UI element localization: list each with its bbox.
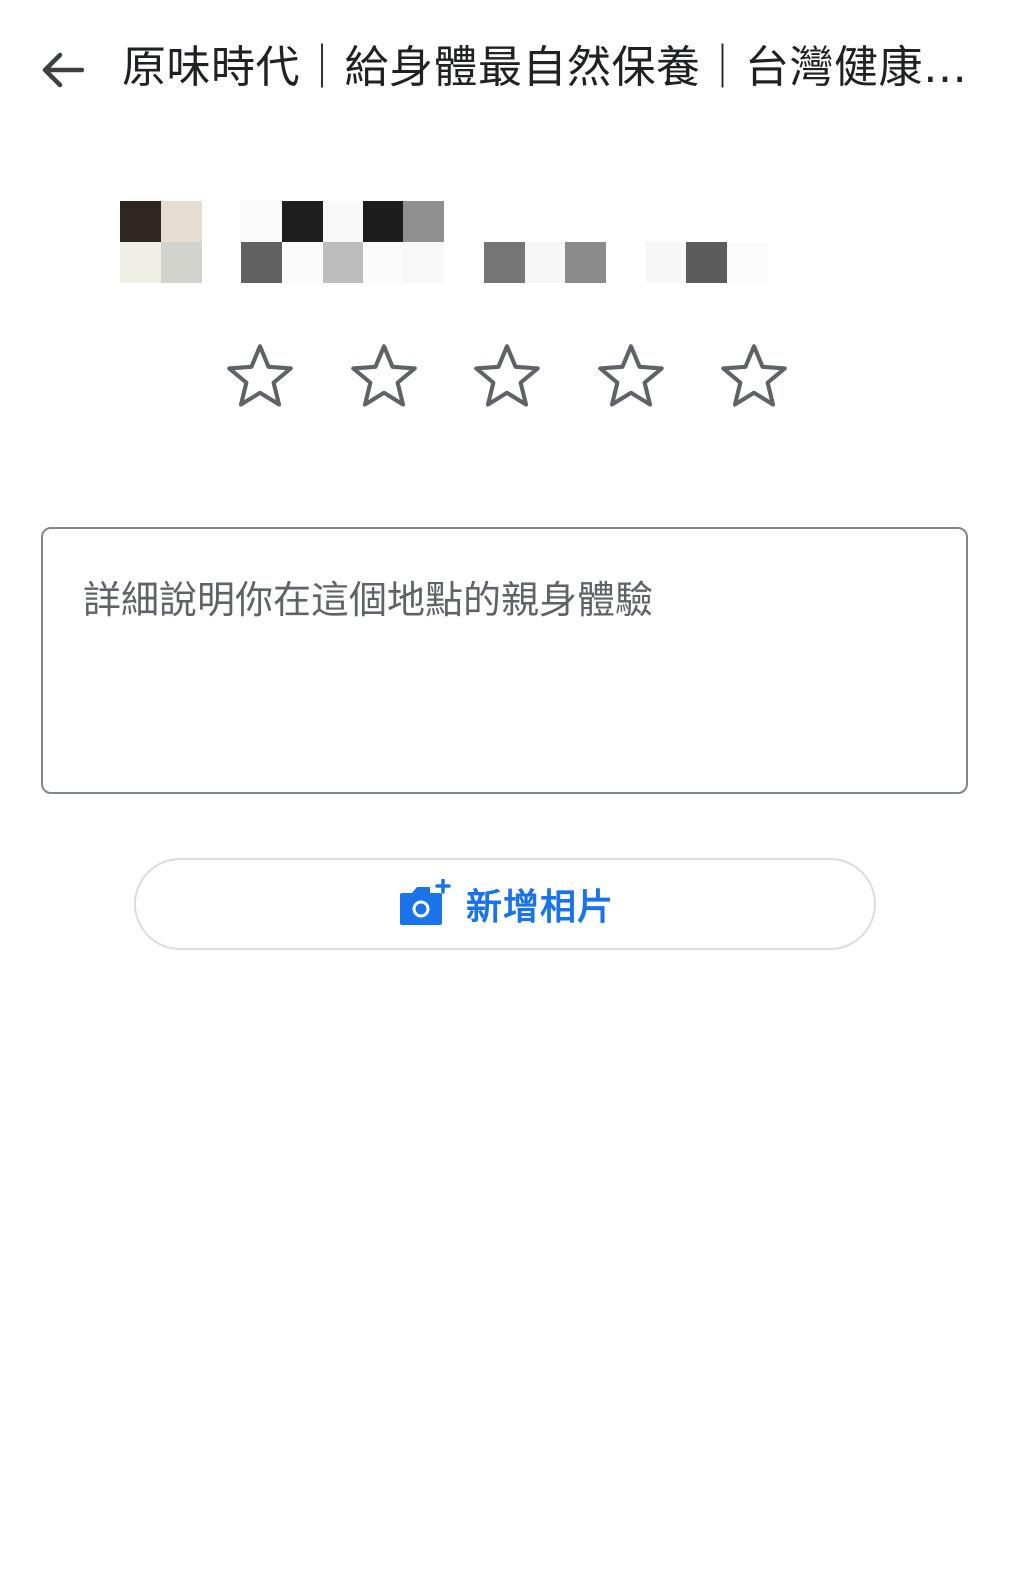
add-photo-button[interactable]: 新增相片 xyxy=(134,858,876,950)
review-input[interactable] xyxy=(83,573,926,748)
star-outline-icon[interactable] xyxy=(716,338,792,414)
review-page: 原味時代｜給身體最自然保養｜台灣健康… 詳細說明你在這個地點的親身體驗 新增相片 xyxy=(0,0,1026,1595)
star-outline-icon[interactable] xyxy=(222,338,298,414)
star-outline-icon[interactable] xyxy=(593,338,669,414)
add-photo-label: 新增相片 xyxy=(465,887,614,928)
arrow-left-icon xyxy=(42,52,84,88)
back-button[interactable] xyxy=(30,40,94,100)
user-name xyxy=(241,201,771,283)
review-text-field xyxy=(41,527,968,794)
star-outline-icon[interactable] xyxy=(469,338,545,414)
star-rating xyxy=(222,338,792,422)
avatar xyxy=(120,201,202,283)
page-title: 原味時代｜給身體最自然保養｜台灣健康… xyxy=(122,42,968,93)
add-photo-camera-icon xyxy=(399,879,451,925)
star-outline-icon[interactable] xyxy=(346,338,422,414)
